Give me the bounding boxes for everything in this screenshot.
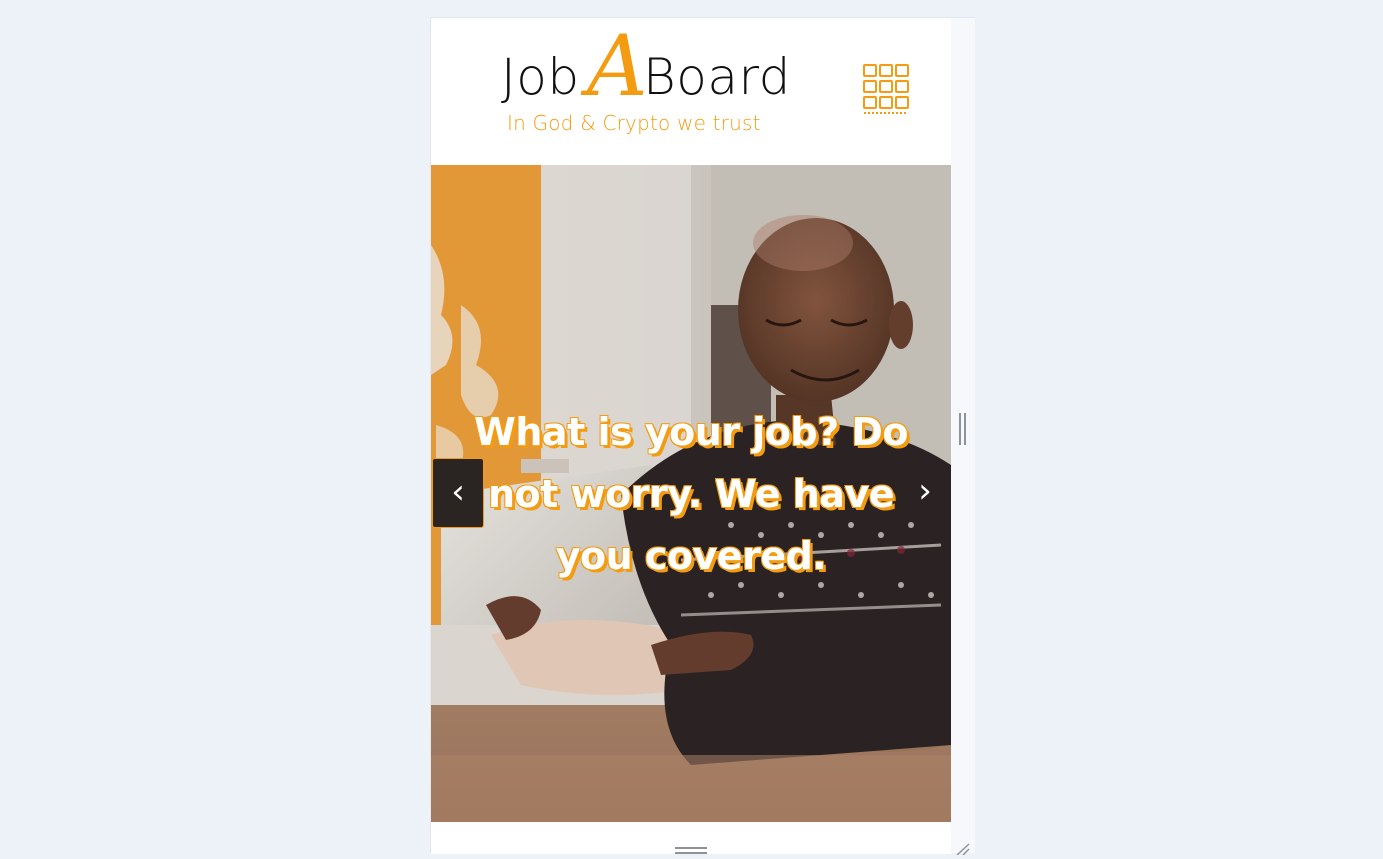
logo-text-board: Board — [643, 48, 791, 106]
hero-caption: What is your job? Do not worry. We have … — [473, 410, 909, 578]
side-resize-handle[interactable] — [959, 413, 967, 445]
mobile-preview-frame: Job A Board In God & Crypto we trust Wha… — [430, 17, 975, 856]
bottom-resize-handle[interactable] — [675, 847, 707, 855]
logo-letter-a: A — [587, 18, 648, 115]
corner-resize-grip[interactable] — [953, 840, 971, 856]
logo-text-job: Job — [501, 48, 580, 106]
grid-menu-button[interactable] — [861, 61, 911, 117]
logo-tagline: In God & Crypto we trust — [507, 111, 761, 135]
page-viewport: Job A Board In God & Crypto we trust Wha… — [431, 18, 951, 854]
grid-menu-icon — [863, 64, 909, 114]
site-logo[interactable]: Job A Board In God & Crypto we trust — [499, 24, 809, 150]
hero-slider: What is your job? Do not worry. We have … — [431, 165, 951, 822]
slider-next-button[interactable]: › — [899, 458, 951, 528]
site-header: Job A Board In God & Crypto we trust — [431, 18, 951, 165]
slider-prev-button[interactable]: ‹ — [432, 458, 484, 528]
